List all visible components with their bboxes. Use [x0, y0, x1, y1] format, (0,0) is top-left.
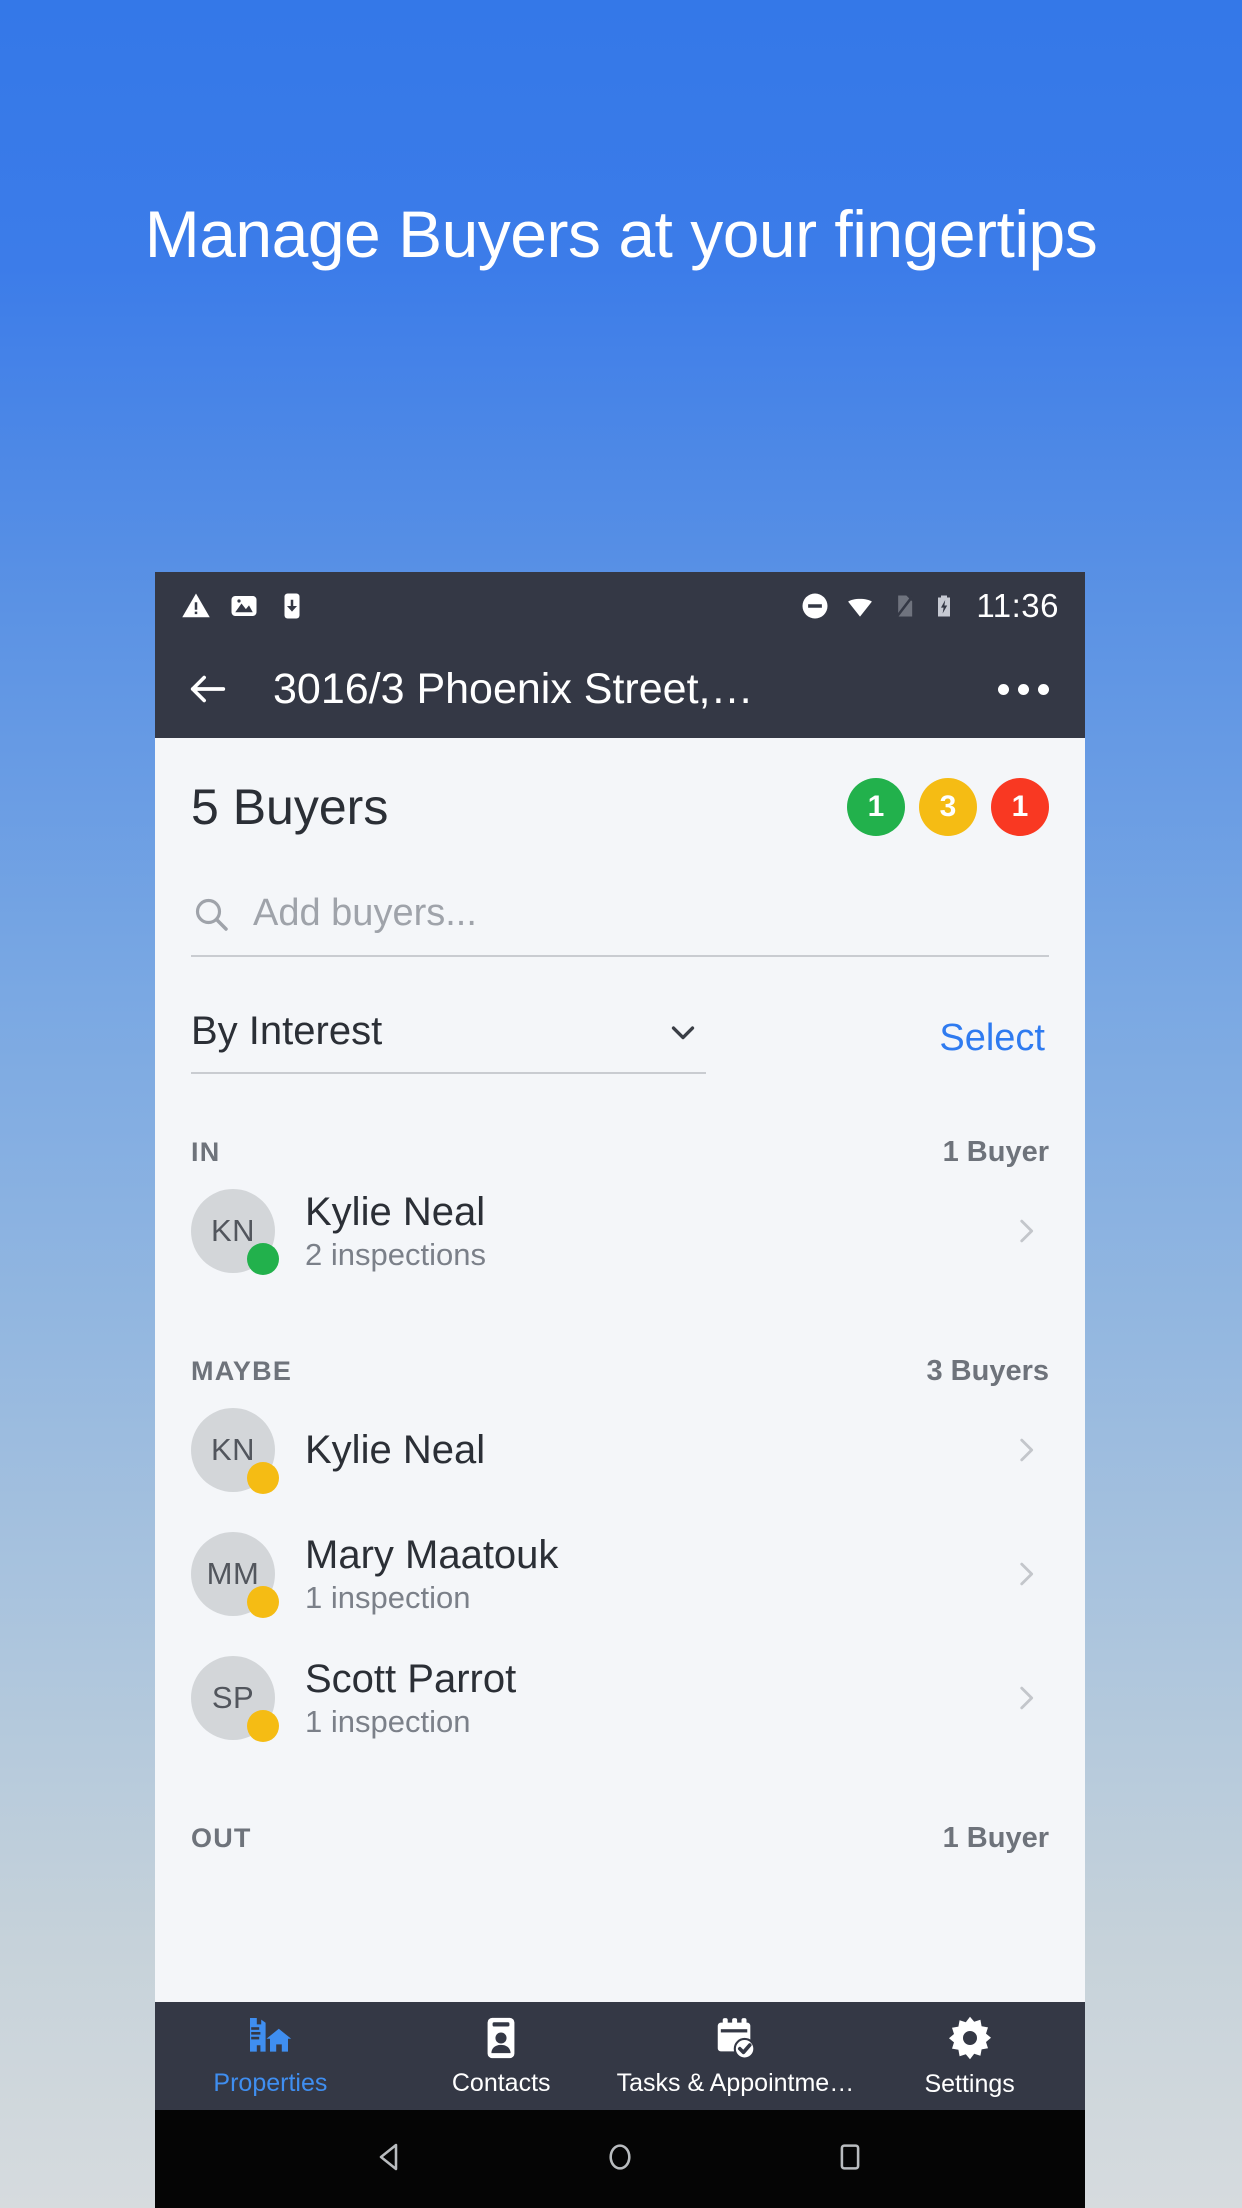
calendar-check-icon	[718, 2017, 756, 2060]
section-count-maybe: 3 Buyers	[926, 1355, 1049, 1387]
section-header-out: OUT 1 Buyer	[155, 1822, 1085, 1855]
section-header-maybe: MAYBE 3 Buyers	[155, 1355, 1085, 1388]
nav-label-contacts: Contacts	[451, 2068, 551, 2097]
nav-item-settings[interactable]: Settings	[854, 2002, 1085, 2110]
buyers-header: 5 Buyers 1 3 1	[155, 738, 1085, 836]
bottom-navigation-bar: Properties Contacts Tasks & Appointme… S…	[155, 2002, 1085, 2110]
buyers-count-title: 5 Buyers	[191, 779, 389, 835]
back-triangle-icon[interactable]	[338, 2125, 442, 2194]
section-label-maybe: MAYBE	[191, 1356, 293, 1386]
chevron-right-icon[interactable]	[1009, 1430, 1049, 1470]
buyer-name: Kylie Neal	[305, 1428, 486, 1472]
buyer-info: Kylie Neal 2 inspections	[305, 1190, 486, 1272]
interest-filter-value: By Interest	[191, 1009, 383, 1053]
status-badge	[247, 1243, 279, 1275]
wifi-icon	[848, 598, 873, 617]
add-buyers-search-field[interactable]: Add buyers...	[191, 892, 1049, 957]
buyers-list-screen: 5 Buyers 1 3 1 Add buyers... By Interest…	[155, 738, 1085, 2208]
buyer-info: Scott Parrot 1 inspection	[305, 1657, 516, 1739]
in-count-badge[interactable]: 1	[847, 778, 905, 836]
maybe-count-badge[interactable]: 3	[919, 778, 977, 836]
chevron-right-icon[interactable]	[1009, 1554, 1049, 1594]
status-bar: 11:36	[155, 572, 1085, 640]
chevron-right-icon[interactable]	[1009, 1678, 1049, 1718]
nav-label-tasks-appointments: Tasks & Appointme…	[616, 2068, 855, 2097]
section-header-in: IN 1 Buyer	[155, 1136, 1085, 1169]
buyer-subtitle: 1 inspection	[305, 1579, 471, 1615]
no-sim-icon	[896, 595, 914, 618]
phone-screenshot: 11:36 3016/3 Phoenix Street,… 5 Buyers 1…	[155, 572, 1085, 2208]
nav-item-tasks-appointments[interactable]: Tasks & Appointme…	[616, 2002, 855, 2110]
search-input-placeholder[interactable]: Add buyers...	[253, 892, 477, 935]
recents-square-icon[interactable]	[798, 2125, 902, 2194]
status-badge	[247, 1586, 279, 1618]
list-item[interactable]: KN Kylie Neal 2 inspections	[155, 1169, 1085, 1293]
status-bar-time: 11:36	[976, 587, 1059, 624]
app-install-icon	[284, 593, 300, 619]
filter-row: By Interest Select	[191, 1009, 1049, 1074]
status-badge	[247, 1710, 279, 1742]
home-circle-icon[interactable]	[568, 2125, 672, 2194]
search-icon	[195, 898, 228, 931]
avatar: MM	[191, 1532, 279, 1618]
list-item[interactable]: SP Scott Parrot 1 inspection	[155, 1636, 1085, 1760]
section-count-in: 1 Buyer	[942, 1136, 1049, 1168]
buyer-name: Mary Maatouk	[305, 1532, 559, 1577]
gear-icon	[948, 2016, 991, 2059]
properties-house-icon	[250, 2017, 292, 2052]
app-bar: 3016/3 Phoenix Street,…	[155, 640, 1085, 738]
nav-label-properties: Properties	[213, 2068, 328, 2097]
list-item[interactable]: MM Mary Maatouk 1 inspection	[155, 1512, 1085, 1636]
status-badge	[247, 1462, 279, 1494]
avatar: KN	[191, 1189, 279, 1275]
chevron-down-icon	[671, 1025, 695, 1039]
select-button[interactable]: Select	[939, 1017, 1049, 1074]
more-dot	[1038, 683, 1049, 695]
buyer-info: Mary Maatouk 1 inspection	[305, 1533, 558, 1615]
avatar: SP	[191, 1656, 279, 1742]
system-navigation-bar	[155, 2110, 1085, 2208]
do-not-disturb-icon	[802, 593, 828, 619]
status-bar-left-icons	[181, 591, 307, 621]
buyer-subtitle: 2 inspections	[305, 1236, 486, 1272]
warning-icon	[182, 593, 210, 618]
promo-headline: Manage Buyers at your fingertips	[144, 197, 1098, 271]
nav-label-settings: Settings	[924, 2069, 1015, 2098]
image-icon	[231, 596, 257, 616]
out-count-badge[interactable]: 1	[991, 778, 1049, 836]
more-dot	[1018, 683, 1029, 695]
contact-card-icon	[487, 2017, 515, 2058]
buyer-subtitle: 1 inspection	[305, 1703, 471, 1739]
buyer-name: Kylie Neal	[305, 1189, 486, 1234]
interest-filter-dropdown[interactable]: By Interest	[191, 1009, 706, 1074]
nav-item-contacts[interactable]: Contacts	[386, 2002, 617, 2110]
more-vertical-icon[interactable]	[992, 674, 1055, 705]
buyer-info: Kylie Neal	[305, 1428, 485, 1472]
page-title: 3016/3 Phoenix Street,…	[273, 664, 754, 713]
more-dot	[998, 683, 1009, 695]
buyer-name: Scott Parrot	[305, 1656, 517, 1701]
nav-item-properties[interactable]: Properties	[155, 2002, 386, 2110]
section-label-in: IN	[191, 1137, 221, 1167]
chevron-right-icon[interactable]	[1009, 1211, 1049, 1251]
section-count-out: 1 Buyer	[942, 1822, 1049, 1854]
interest-badges: 1 3 1	[847, 778, 1049, 836]
status-bar-right-icons: 11:36	[800, 587, 1059, 625]
section-label-out: OUT	[191, 1823, 252, 1853]
avatar: KN	[191, 1408, 279, 1494]
arrow-left-icon[interactable]	[185, 666, 231, 712]
battery-charging-icon	[938, 595, 951, 617]
list-item[interactable]: KN Kylie Neal	[155, 1388, 1085, 1512]
